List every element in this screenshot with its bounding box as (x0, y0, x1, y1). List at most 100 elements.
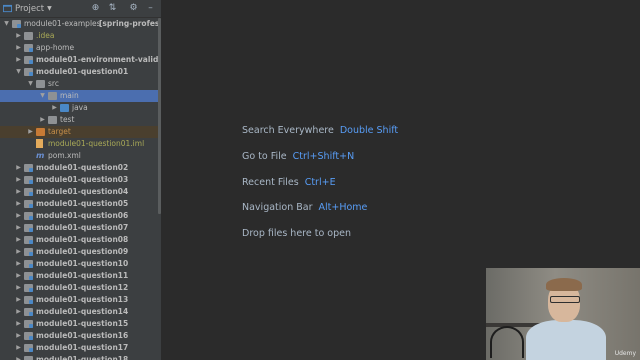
tree-item[interactable]: ▶ module01-question06 (0, 210, 158, 222)
module-folder-icon (24, 248, 33, 256)
module-folder-icon (24, 284, 33, 292)
tree-item[interactable]: ▶ target (0, 126, 158, 138)
collapse-arrow-icon[interactable]: ▶ (15, 222, 22, 234)
tree-item-label: module01-question07 (36, 223, 129, 232)
tree-item[interactable]: ▶ module01-question16 (0, 330, 158, 342)
tree-item[interactable]: ▶ module01-question13 (0, 294, 158, 306)
webcam-overlay: Udemy (486, 268, 640, 360)
hint-text: Recent Files (242, 177, 299, 188)
tree-item-label: module01-question15 (36, 319, 129, 328)
tree-item[interactable]: ▶ module01-question09 (0, 246, 158, 258)
collapse-arrow-icon[interactable]: ▶ (15, 162, 22, 174)
expand-arrow-icon[interactable]: ▼ (27, 78, 34, 90)
hint-line: Search Everywhere Double Shift (242, 125, 398, 136)
udemy-logo: Udemy (614, 350, 636, 357)
tree-item[interactable]: module01-question01.iml (0, 138, 158, 150)
tree-item[interactable]: ▶ module01-question02 (0, 162, 158, 174)
collapse-arrow-icon[interactable]: ▶ (15, 42, 22, 54)
tree-item[interactable]: ▼ module01-examples [spring-professi (0, 18, 161, 30)
module-folder-icon (24, 56, 33, 64)
folder-icon (24, 32, 33, 40)
project-tool-window: Project ▼ ⊕ ⇅ ⚙ – ▼ module01-examples [spr… (0, 0, 161, 360)
tree-item[interactable]: ▶ .idea (0, 30, 158, 42)
module-folder-icon (24, 344, 33, 352)
collapse-arrow-icon[interactable]: ▶ (15, 30, 22, 42)
collapse-arrow-icon[interactable]: ▶ (15, 318, 22, 330)
globe-icon[interactable]: ⊕ (90, 3, 101, 14)
folder-icon (36, 128, 45, 136)
collapse-arrow-icon[interactable]: ▶ (15, 234, 22, 246)
collapse-arrow-icon[interactable]: ▶ (15, 258, 22, 270)
tree-item[interactable]: ▼ module01-question01 (0, 66, 158, 78)
collapse-arrow-icon[interactable]: ▶ (15, 354, 22, 360)
tree-item-label: target (48, 127, 71, 136)
module-folder-icon (24, 200, 33, 208)
hint-line: Recent Files Ctrl+E (242, 177, 336, 188)
tree-item[interactable]: ▶ app-home (0, 42, 158, 54)
tree-item[interactable]: ▶ module01-question18 (0, 354, 158, 360)
collapse-arrow-icon[interactable]: ▶ (15, 342, 22, 354)
tree-item-label: module01-question06 (36, 211, 129, 220)
folder-icon (60, 104, 69, 112)
tree-item-label: module01-question13 (36, 295, 129, 304)
tree-item[interactable]: ▶ module01-question14 (0, 306, 158, 318)
tree-item-label: module01-question09 (36, 247, 129, 256)
tree-item[interactable]: ▶ module01-question15 (0, 318, 158, 330)
tree-item[interactable]: ▶ module01-environment-validatio (0, 54, 161, 66)
tree-item[interactable]: ▶ module01-question12 (0, 282, 158, 294)
tree-item-label: module01-question02 (36, 163, 129, 172)
tree-item-label: app-home (36, 43, 75, 52)
expand-arrow-icon[interactable]: ▼ (3, 18, 10, 30)
collapse-arrow-icon[interactable]: ▶ (15, 270, 22, 282)
project-tree[interactable]: ▼ module01-examples [spring-professi ▶ .idea… (0, 18, 161, 360)
module-folder-icon (24, 356, 33, 360)
tree-item[interactable]: ▶ module01-question11 (0, 270, 158, 282)
expand-arrow-icon[interactable]: ▼ (39, 90, 46, 102)
hint-shortcut: Double Shift (339, 125, 399, 136)
collapse-arrow-icon[interactable]: ▶ (15, 246, 22, 258)
minimize-icon[interactable]: – (145, 3, 156, 14)
module-folder-icon (24, 224, 33, 232)
tree-item-label: module01-question16 (36, 331, 129, 340)
collapse-arrow-icon[interactable]: ▶ (15, 306, 22, 318)
collapse-arrow-icon[interactable]: ▶ (15, 174, 22, 186)
maven-icon: m (36, 151, 45, 160)
collapse-arrow-icon[interactable]: ▶ (27, 126, 34, 138)
tree-item-label: module01-question11 (36, 271, 129, 280)
module-folder-icon (24, 320, 33, 328)
folder-icon (48, 92, 57, 100)
file-icon (36, 139, 43, 148)
module-folder-icon (24, 212, 33, 220)
tree-item[interactable]: m pom.xml (0, 150, 158, 162)
collapse-icon[interactable]: ⇅ (107, 3, 118, 14)
collapse-arrow-icon[interactable]: ▶ (15, 54, 22, 66)
collapse-arrow-icon[interactable]: ▶ (15, 210, 22, 222)
hint-shortcut: Ctrl+E (304, 177, 336, 188)
tree-item[interactable]: ▶ module01-question08 (0, 234, 158, 246)
tree-item[interactable]: ▶ module01-question04 (0, 186, 158, 198)
tree-item-label: module01-question10 (36, 259, 129, 268)
tree-item-label: src (48, 79, 59, 88)
collapse-arrow-icon[interactable]: ▶ (15, 198, 22, 210)
project-view-label[interactable]: Project (15, 4, 44, 14)
tree-item[interactable]: ▶ module01-question07 (0, 222, 158, 234)
chevron-down-icon[interactable]: ▼ (47, 5, 52, 12)
collapse-arrow-icon[interactable]: ▶ (39, 114, 46, 126)
tree-item[interactable]: ▼ main (0, 90, 158, 102)
tree-item[interactable]: ▶ module01-question17 (0, 342, 158, 354)
tree-item-label: module01-examples (24, 19, 101, 28)
tree-item[interactable]: ▶ module01-question05 (0, 198, 158, 210)
collapse-arrow-icon[interactable]: ▶ (15, 186, 22, 198)
collapse-arrow-icon[interactable]: ▶ (15, 330, 22, 342)
tree-item[interactable]: ▶ module01-question10 (0, 258, 158, 270)
tree-item-label: module01-question12 (36, 283, 129, 292)
collapse-arrow-icon[interactable]: ▶ (15, 282, 22, 294)
collapse-arrow-icon[interactable]: ▶ (15, 294, 22, 306)
tree-item[interactable]: ▶ module01-question03 (0, 174, 158, 186)
tree-item[interactable]: ▶ test (0, 114, 158, 126)
collapse-arrow-icon[interactable]: ▶ (51, 102, 58, 114)
gear-icon[interactable]: ⚙ (128, 3, 139, 14)
expand-arrow-icon[interactable]: ▼ (15, 66, 22, 78)
tree-item[interactable]: ▼ src (0, 78, 158, 90)
tree-item[interactable]: ▶ java (0, 102, 158, 114)
